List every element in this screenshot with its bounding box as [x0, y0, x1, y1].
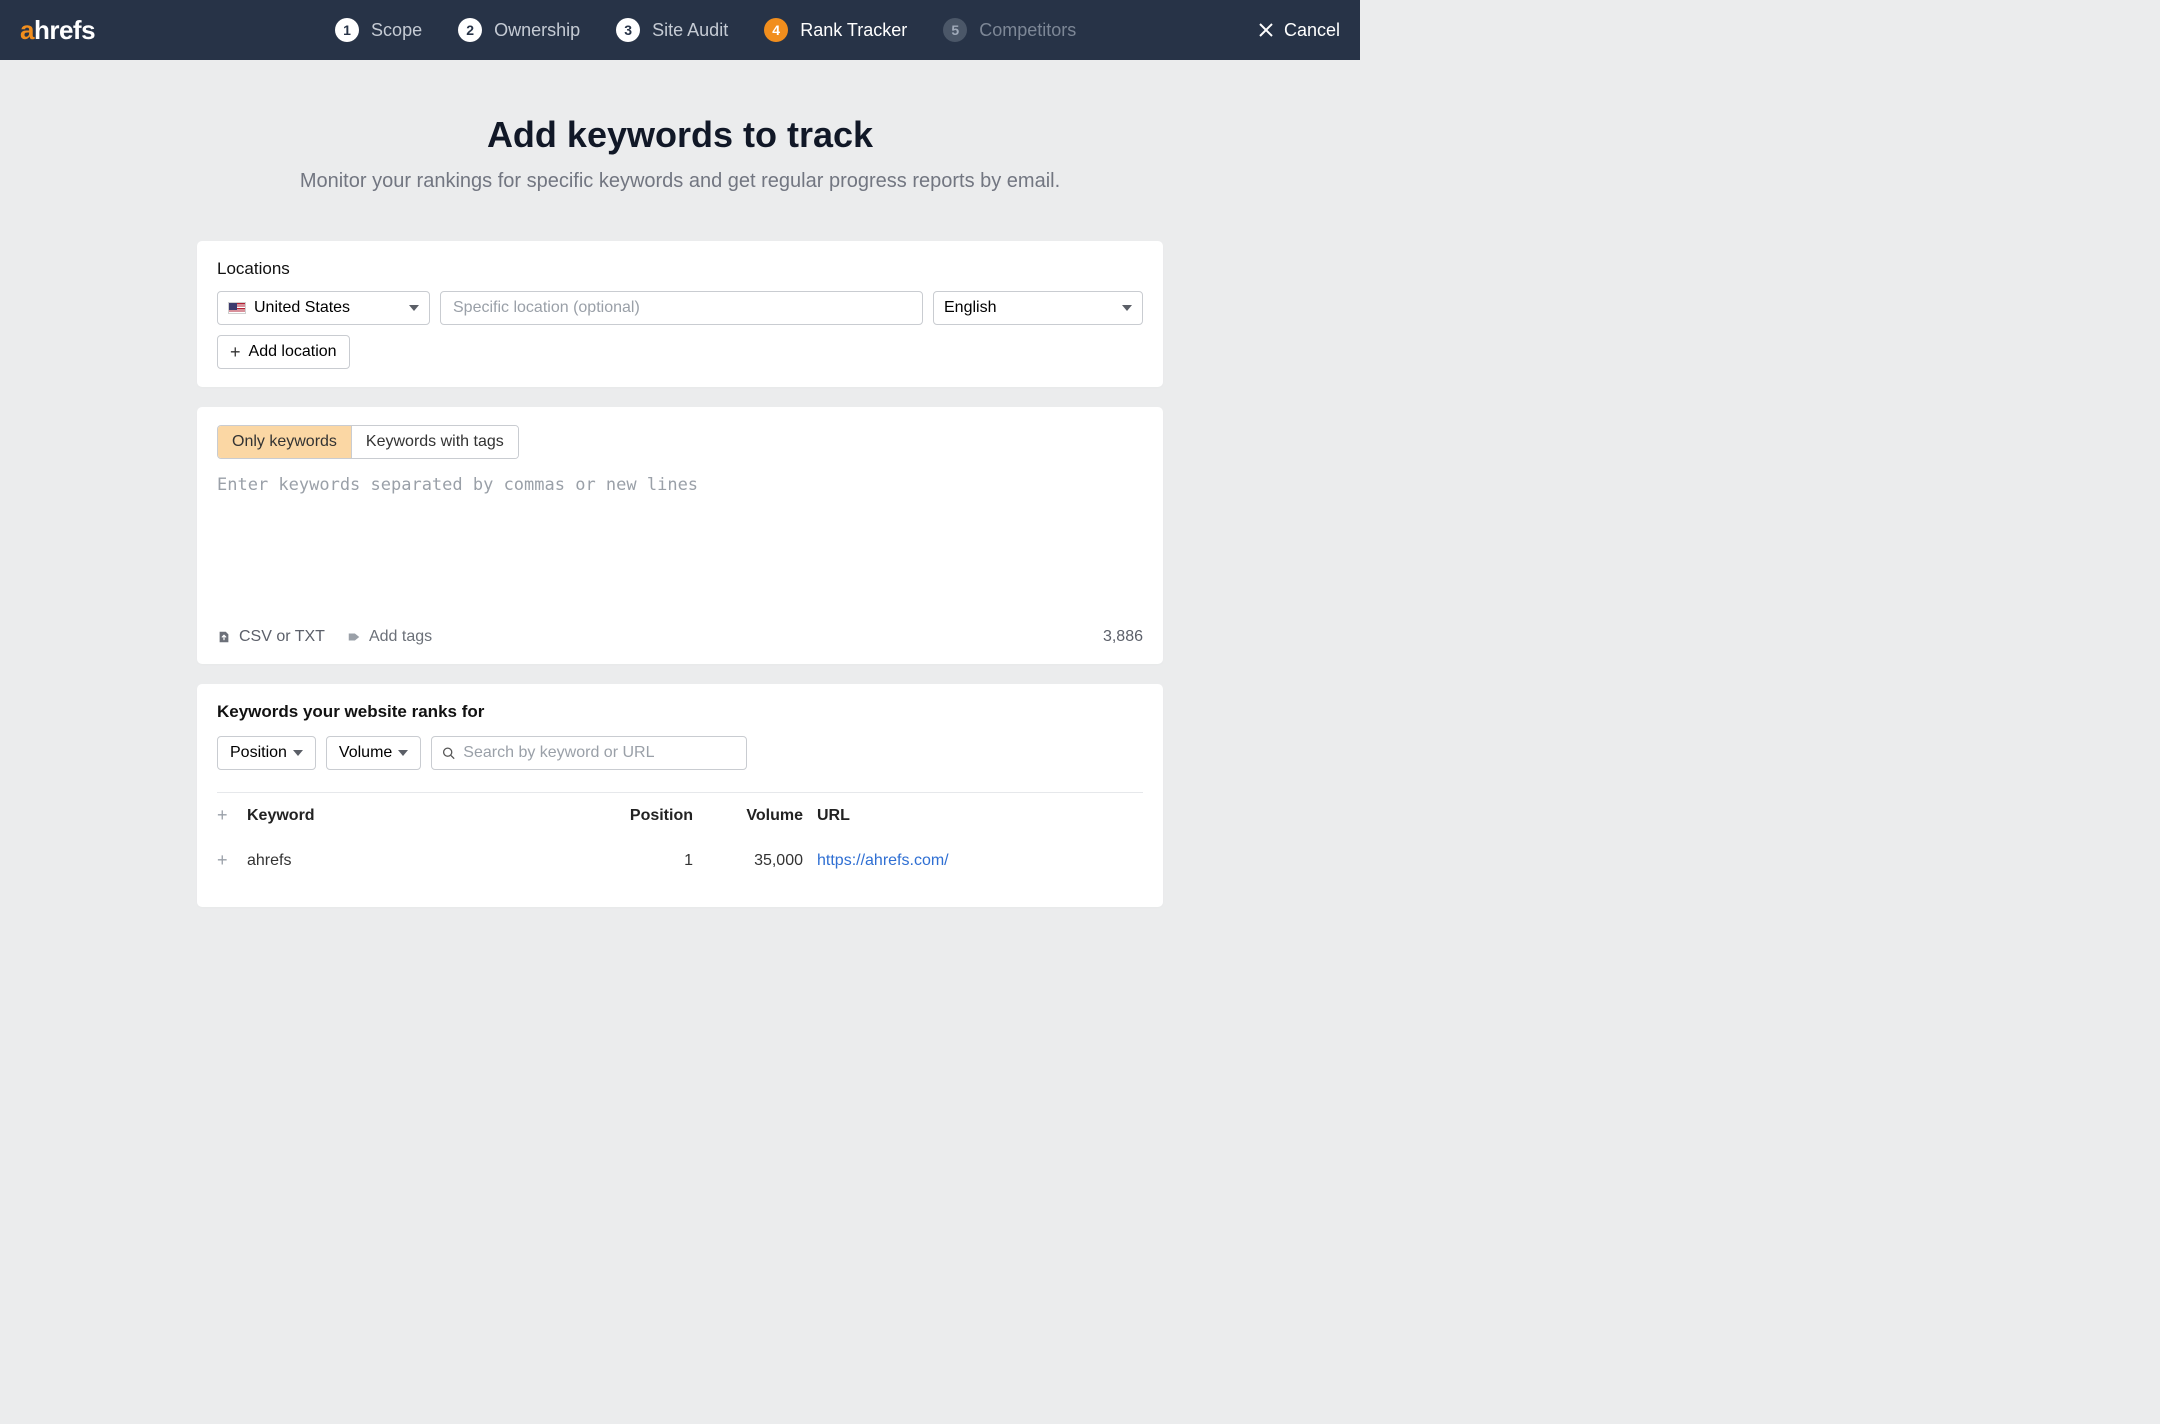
step-rank-tracker[interactable]: 4 Rank Tracker: [764, 18, 907, 42]
add-location-label: Add location: [249, 343, 337, 361]
cell-keyword: ahrefs: [247, 852, 597, 870]
col-volume: Volume: [707, 807, 817, 825]
keyword-search-wrap[interactable]: [431, 736, 747, 770]
upload-csv-label: CSV or TXT: [239, 628, 325, 646]
locations-label: Locations: [217, 259, 1143, 279]
step-number: 2: [458, 18, 482, 42]
keyword-count: 3,886: [1103, 628, 1143, 646]
country-select[interactable]: United States: [217, 291, 430, 325]
add-location-button[interactable]: + Add location: [217, 335, 350, 369]
position-filter-label: Position: [230, 744, 287, 762]
step-number: 5: [943, 18, 967, 42]
wizard-steps: 1 Scope 2 Ownership 3 Site Audit 4 Rank …: [335, 18, 1076, 42]
page-subtitle: Monitor your rankings for specific keywo…: [20, 170, 1340, 193]
step-scope[interactable]: 1 Scope: [335, 18, 422, 42]
step-site-audit[interactable]: 3 Site Audit: [616, 18, 728, 42]
add-tags-button[interactable]: Add tags: [347, 628, 432, 646]
language-select[interactable]: English: [933, 291, 1143, 325]
keywords-card: Only keywords Keywords with tags CSV or …: [197, 407, 1163, 664]
ranking-table: + Keyword Position Volume URL + ahrefs 1…: [217, 792, 1143, 883]
upload-icon: [217, 630, 231, 644]
chevron-down-icon: [409, 305, 419, 311]
keyword-search-input[interactable]: [463, 744, 736, 762]
language-value: English: [944, 299, 996, 317]
chevron-down-icon: [398, 750, 408, 756]
locations-card: Locations United States English + Add lo…: [197, 241, 1163, 387]
cancel-button[interactable]: Cancel: [1258, 20, 1340, 41]
upload-csv-button[interactable]: CSV or TXT: [217, 628, 325, 646]
brand-logo: ahrefs: [20, 15, 95, 46]
chevron-down-icon: [1122, 305, 1132, 311]
brand-logo-rest: hrefs: [34, 15, 95, 45]
toggle-only-keywords[interactable]: Only keywords: [218, 426, 351, 458]
step-label: Scope: [371, 20, 422, 41]
cell-url-link[interactable]: https://ahrefs.com/: [817, 852, 949, 869]
col-url: URL: [817, 807, 1143, 825]
step-label: Site Audit: [652, 20, 728, 41]
plus-icon: +: [230, 343, 241, 361]
page-header: Add keywords to track Monitor your ranki…: [0, 60, 1360, 213]
toggle-keywords-with-tags[interactable]: Keywords with tags: [351, 426, 518, 458]
step-label: Competitors: [979, 20, 1076, 41]
step-number: 3: [616, 18, 640, 42]
cell-position: 1: [597, 852, 707, 870]
close-icon: [1258, 22, 1274, 38]
step-label: Ownership: [494, 20, 580, 41]
search-icon: [442, 746, 455, 760]
page-title: Add keywords to track: [20, 114, 1340, 156]
table-row: + ahrefs 1 35,000 https://ahrefs.com/: [217, 838, 1143, 883]
volume-filter[interactable]: Volume: [326, 736, 421, 770]
step-competitors[interactable]: 5 Competitors: [943, 18, 1076, 42]
tag-icon: [347, 630, 361, 644]
ranking-keywords-title: Keywords your website ranks for: [217, 702, 1143, 722]
keyword-mode-toggle: Only keywords Keywords with tags: [217, 425, 519, 459]
top-nav: ahrefs 1 Scope 2 Ownership 3 Site Audit …: [0, 0, 1360, 60]
cell-volume: 35,000: [707, 852, 817, 870]
step-label: Rank Tracker: [800, 20, 907, 41]
add-tags-label: Add tags: [369, 628, 432, 646]
brand-logo-a: a: [20, 15, 34, 45]
step-number: 4: [764, 18, 788, 42]
cell-url: https://ahrefs.com/: [817, 852, 1143, 870]
chevron-down-icon: [293, 750, 303, 756]
step-ownership[interactable]: 2 Ownership: [458, 18, 580, 42]
add-row-icon[interactable]: +: [217, 850, 247, 871]
position-filter[interactable]: Position: [217, 736, 316, 770]
keywords-textarea[interactable]: [217, 475, 1143, 615]
table-header: + Keyword Position Volume URL: [217, 793, 1143, 838]
keywords-card-footer: CSV or TXT Add tags 3,886: [197, 620, 1163, 664]
flag-us-icon: [228, 302, 246, 314]
country-value: United States: [254, 299, 350, 317]
col-keyword: Keyword: [247, 807, 597, 825]
specific-location-input[interactable]: [440, 291, 923, 325]
volume-filter-label: Volume: [339, 744, 392, 762]
col-position: Position: [597, 807, 707, 825]
ranking-keywords-card: Keywords your website ranks for Position…: [197, 684, 1163, 907]
step-number: 1: [335, 18, 359, 42]
col-add[interactable]: +: [217, 805, 247, 826]
cancel-label: Cancel: [1284, 20, 1340, 41]
